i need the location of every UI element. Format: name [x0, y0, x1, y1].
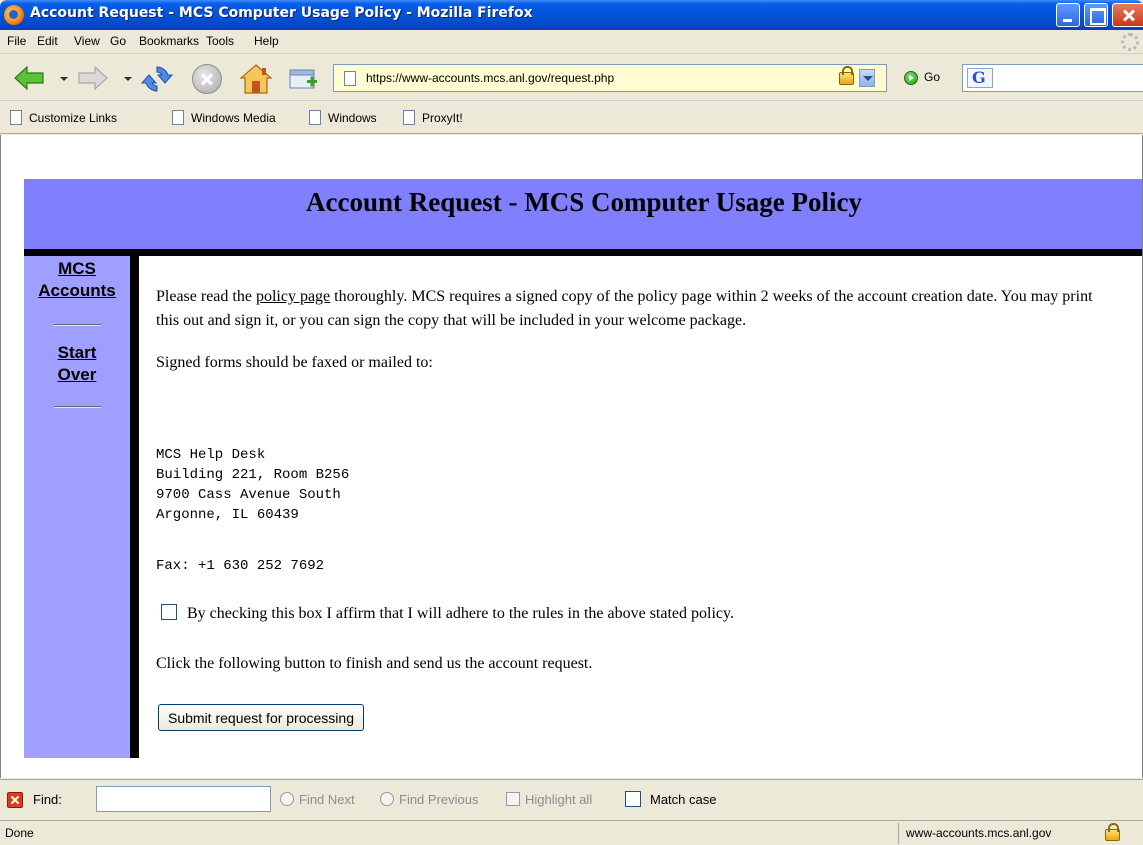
menu-view[interactable]: View — [74, 34, 100, 48]
bookmark-windows[interactable]: Windows — [309, 110, 377, 128]
highlight-icon — [506, 792, 520, 806]
submit-instruction: Click the following button to finish and… — [156, 655, 593, 672]
sidebar-link-text: Accounts — [38, 281, 116, 300]
throbber-icon — [1121, 33, 1139, 51]
sidebar-divider — [54, 324, 101, 326]
menu-bar: File Edit View Go Bookmarks Tools Help — [0, 30, 1143, 54]
menu-file[interactable]: File — [7, 34, 26, 48]
forward-dropdown-icon[interactable] — [124, 77, 132, 81]
bookmark-label: Windows — [328, 111, 377, 125]
lock-icon[interactable] — [839, 66, 854, 85]
minimize-button[interactable] — [1056, 3, 1080, 27]
sidebar-link-mcs-accounts[interactable]: MCS Accounts — [24, 258, 130, 302]
up-arrow-icon — [380, 792, 394, 806]
reload-icon[interactable] — [141, 63, 173, 95]
status-text: Done — [5, 826, 34, 840]
match-case-label[interactable]: Match case — [650, 792, 716, 807]
go-button-label[interactable]: Go — [924, 70, 940, 84]
bookmark-customize-links[interactable]: Customize Links — [10, 110, 117, 128]
url-bar[interactable]: https://www-accounts.mcs.anl.gov/request… — [333, 64, 887, 92]
bookmarks-toolbar: Customize Links Windows Media Windows Pr… — [0, 102, 1143, 134]
sidebar-link-start-over[interactable]: Start Over — [24, 342, 130, 386]
mail-instruction: Signed forms should be faxed or mailed t… — [156, 354, 433, 371]
menu-go[interactable]: Go — [110, 34, 126, 48]
new-tab-icon[interactable] — [289, 66, 319, 92]
find-label: Find: — [33, 792, 62, 807]
mailing-address: MCS Help Desk Building 221, Room B256 97… — [156, 447, 350, 523]
menu-tools[interactable]: Tools — [206, 34, 234, 48]
forward-arrow-icon[interactable] — [78, 66, 108, 90]
bookmark-label: Windows Media — [191, 111, 276, 125]
sidebar-link-text: MCS — [58, 259, 96, 278]
main-text: Please read the policy page thoroughly. … — [156, 285, 1116, 375]
menu-bookmarks[interactable]: Bookmarks — [139, 34, 199, 48]
status-bar: Done www-accounts.mcs.anl.gov — [0, 820, 1143, 845]
find-bar: Find: Find Next Find Previous Highlight … — [0, 779, 1143, 819]
page-title: Account Request - MCS Computer Usage Pol… — [306, 187, 862, 217]
maximize-button[interactable] — [1084, 3, 1108, 27]
down-arrow-icon — [280, 792, 294, 806]
intro-paragraph: Please read the policy page thoroughly. … — [156, 285, 1116, 333]
submit-request-button[interactable]: Submit request for processing — [158, 704, 364, 731]
find-next-button[interactable]: Find Next — [280, 792, 355, 807]
url-text[interactable]: https://www-accounts.mcs.anl.gov/request… — [366, 71, 614, 85]
menu-edit[interactable]: Edit — [37, 34, 58, 48]
bookmark-proxyit[interactable]: ProxyIt! — [403, 110, 463, 128]
stop-icon[interactable] — [192, 64, 222, 94]
find-input[interactable] — [96, 786, 271, 812]
bookmark-label: ProxyIt! — [422, 111, 463, 125]
find-previous-label: Find Previous — [399, 792, 479, 807]
bookmark-label: Customize Links — [29, 111, 118, 125]
status-divider — [898, 823, 899, 844]
intro-text: Please read the — [156, 288, 256, 305]
sidebar-link-text: Over — [57, 365, 97, 384]
find-previous-button[interactable]: Find Previous — [380, 792, 478, 807]
google-icon[interactable]: G — [967, 68, 993, 88]
page-content: Account Request - MCS Computer Usage Pol… — [0, 135, 1143, 778]
page-icon — [309, 110, 321, 125]
fax-number: Fax: +1 630 252 7692 — [156, 558, 325, 574]
search-box[interactable]: G — [962, 64, 1143, 92]
highlight-all-label: Highlight all — [525, 792, 593, 807]
page-icon — [403, 110, 415, 125]
page-icon — [344, 71, 356, 86]
close-find-bar-icon[interactable] — [7, 792, 23, 808]
sidebar-divider-line — [130, 256, 139, 758]
firefox-icon — [4, 5, 24, 25]
sidebar-link-text: Start — [57, 343, 97, 362]
secure-lock-icon[interactable] — [1105, 823, 1120, 841]
status-host: www-accounts.mcs.anl.gov — [906, 826, 1052, 840]
match-case-checkbox[interactable] — [625, 791, 641, 807]
affirm-row: By checking this box I affirm that I wil… — [161, 604, 734, 623]
window-title: Account Request - MCS Computer Usage Pol… — [30, 5, 533, 21]
back-dropdown-icon[interactable] — [60, 77, 68, 81]
title-bar: Account Request - MCS Computer Usage Pol… — [0, 0, 1143, 30]
highlight-all-button[interactable]: Highlight all — [506, 792, 592, 807]
sidebar: MCS Accounts Start Over — [24, 256, 130, 758]
go-icon[interactable] — [904, 71, 918, 85]
header-divider — [24, 249, 1142, 256]
navigation-toolbar: https://www-accounts.mcs.anl.gov/request… — [0, 55, 1143, 101]
home-icon[interactable] — [239, 63, 273, 95]
affirm-checkbox[interactable] — [161, 604, 177, 620]
sidebar-divider — [54, 406, 101, 408]
bookmark-windows-media[interactable]: Windows Media — [172, 110, 276, 128]
menu-help[interactable]: Help — [254, 34, 279, 48]
back-arrow-icon[interactable] — [14, 66, 44, 90]
browser-window: Account Request - MCS Computer Usage Pol… — [0, 0, 1143, 845]
page-icon — [172, 110, 184, 125]
affirm-label[interactable]: By checking this box I affirm that I wil… — [187, 605, 734, 622]
close-window-button[interactable] — [1112, 3, 1143, 27]
policy-page-link[interactable]: policy page — [256, 288, 330, 305]
page-banner: Account Request - MCS Computer Usage Pol… — [24, 179, 1142, 249]
page-icon — [10, 110, 22, 125]
url-dropdown-button[interactable] — [859, 69, 875, 87]
find-next-label: Find Next — [299, 792, 355, 807]
